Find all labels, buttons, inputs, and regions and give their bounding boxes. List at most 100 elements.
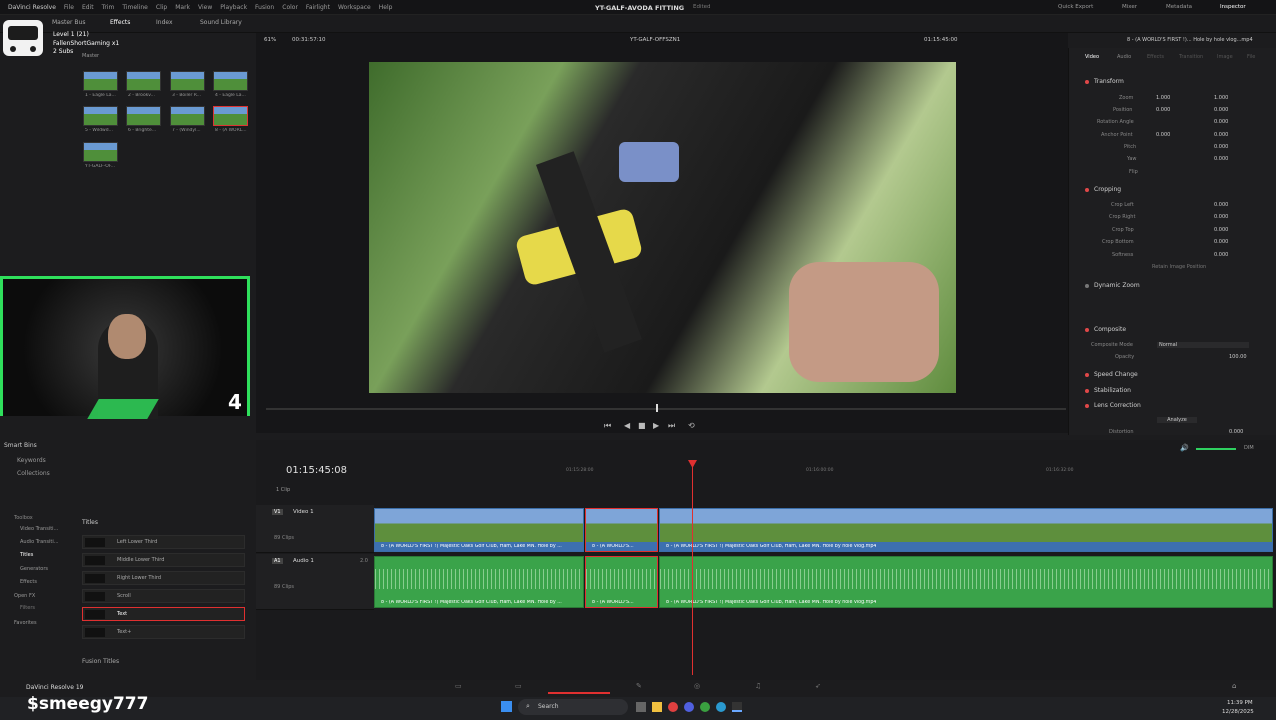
pitch-field[interactable]: 0.000	[1214, 144, 1228, 150]
composite-section[interactable]: Composite	[1094, 326, 1126, 333]
menu-item[interactable]: Edit	[82, 4, 94, 11]
menu-item[interactable]: Fairlight	[306, 4, 330, 11]
audio-clip[interactable]: 8 - (A WORLD'S FIRST !) Majestic Oaks Go…	[374, 556, 584, 608]
anchor-x-field[interactable]: 0.000	[1156, 132, 1170, 138]
video-clip-selected[interactable]: 8 - (A WORLD'S...	[585, 508, 658, 552]
crop-top-field[interactable]: 0.000	[1214, 227, 1228, 233]
position-y-field[interactable]: 0.000	[1214, 107, 1228, 113]
media-thumb-selected[interactable]	[213, 106, 248, 126]
discord-icon[interactable]	[684, 702, 694, 712]
cropping-section[interactable]: Cropping	[1094, 186, 1121, 193]
media-thumb[interactable]	[83, 71, 118, 91]
crop-left-field[interactable]: 0.000	[1214, 202, 1228, 208]
task-view-icon[interactable]	[636, 702, 646, 712]
menu-item[interactable]: File	[64, 4, 74, 11]
composite-mode-select[interactable]: Normal	[1157, 342, 1249, 348]
fairlight-page-icon[interactable]: ♫	[755, 682, 761, 690]
v1-label[interactable]: V1	[272, 509, 283, 515]
speaker-icon[interactable]: 🔊	[1180, 444, 1189, 452]
openfx-item[interactable]: Open FX	[14, 593, 35, 599]
crop-right-field[interactable]: 0.000	[1214, 214, 1228, 220]
title-item[interactable]: Left Lower Third	[82, 535, 245, 549]
resolve-taskbar-icon[interactable]	[732, 702, 742, 712]
skip-forward-icon[interactable]: ⏭	[668, 421, 675, 431]
effects-item[interactable]: Effects	[20, 579, 37, 585]
fusion-page-icon[interactable]: ✎	[636, 682, 642, 690]
audio-transitions-item[interactable]: Audio Transiti...	[20, 539, 59, 545]
toolbox-item[interactable]: Toolbox	[14, 515, 33, 521]
media-thumb[interactable]	[213, 71, 248, 91]
title-item[interactable]: Right Lower Third	[82, 571, 245, 585]
audio-clip-selected[interactable]: 8 - (A WORLD'S...	[585, 556, 658, 608]
inspector-tab-video[interactable]: Video	[1085, 54, 1099, 60]
media-thumb[interactable]	[170, 106, 205, 126]
video-clip[interactable]: 8 - (A WORLD'S FIRST !) Majestic Oaks Go…	[374, 508, 584, 552]
chrome-icon[interactable]	[668, 702, 678, 712]
quick-export-button[interactable]: Quick Export	[1058, 4, 1093, 10]
position-x-field[interactable]: 0.000	[1156, 107, 1170, 113]
composite-enable-icon[interactable]	[1085, 328, 1089, 332]
playhead[interactable]	[692, 463, 693, 675]
a1-label[interactable]: A1	[272, 558, 283, 564]
zoom-x-field[interactable]: 1.000	[1156, 95, 1170, 101]
edit-page-tab[interactable]	[548, 680, 610, 694]
menu-item[interactable]: Clip	[156, 4, 167, 11]
taskbar-search[interactable]: ⌕ Search	[518, 699, 628, 715]
menu-item[interactable]: Playback	[220, 4, 247, 11]
master-bus-button[interactable]: Master Bus	[52, 19, 85, 26]
analyze-button[interactable]: Analyze	[1157, 417, 1197, 423]
zoom-y-field[interactable]: 1.000	[1214, 95, 1228, 101]
speed-change-section[interactable]: Speed Change	[1094, 371, 1138, 378]
collections-item[interactable]: Collections	[17, 470, 50, 477]
home-icon[interactable]: ⌂	[1232, 682, 1236, 690]
lens-correction-enable-icon[interactable]	[1085, 404, 1089, 408]
menu-item[interactable]: Trim	[102, 4, 115, 11]
title-item[interactable]: Text+	[82, 625, 245, 639]
xbox-icon[interactable]	[700, 702, 710, 712]
inspector-tab-audio[interactable]: Audio	[1117, 54, 1131, 60]
dim-button[interactable]: DIM	[1244, 445, 1254, 451]
generators-item[interactable]: Generators	[20, 566, 48, 572]
video-transitions-item[interactable]: Video Transiti...	[20, 526, 58, 532]
effects-tab[interactable]: Effects	[110, 19, 130, 26]
titles-item[interactable]: Titles	[20, 552, 33, 558]
play-icon[interactable]: ▶	[653, 421, 659, 430]
menu-item[interactable]: DaVinci Resolve	[8, 4, 56, 11]
title-item-selected[interactable]: Text	[82, 607, 245, 621]
menu-item[interactable]: Mark	[175, 4, 190, 11]
inspector-tab-effects[interactable]: Effects	[1147, 54, 1164, 60]
title-item[interactable]: Scroll	[82, 589, 245, 603]
color-page-icon[interactable]: ◎	[694, 682, 700, 690]
menu-item[interactable]: Workspace	[338, 4, 371, 11]
keywords-item[interactable]: Keywords	[17, 457, 46, 464]
lens-correction-section[interactable]: Lens Correction	[1094, 402, 1141, 409]
opacity-field[interactable]: 100.00	[1229, 354, 1247, 360]
media-thumb[interactable]	[126, 71, 161, 91]
title-item[interactable]: Middle Lower Third	[82, 553, 245, 567]
index-tab[interactable]: Index	[156, 19, 173, 26]
metadata-button[interactable]: Metadata	[1166, 4, 1192, 10]
inspector-tab-file[interactable]: File	[1247, 54, 1255, 60]
transform-enable-icon[interactable]	[1085, 80, 1089, 84]
volume-slider[interactable]	[1196, 448, 1236, 450]
dynamic-zoom-section[interactable]: Dynamic Zoom	[1094, 282, 1140, 289]
file-explorer-icon[interactable]	[652, 702, 662, 712]
video-clip[interactable]: 8 - (A WORLD'S FIRST !) Majestic Oaks Go…	[659, 508, 1273, 552]
mixer-button[interactable]: Mixer	[1122, 4, 1137, 10]
media-thumb[interactable]	[83, 142, 118, 162]
scrubber[interactable]	[266, 408, 1066, 410]
menu-item[interactable]: View	[198, 4, 212, 11]
inspector-tab-transition[interactable]: Transition	[1179, 54, 1203, 60]
windows-start-icon[interactable]	[501, 701, 512, 712]
media-thumb[interactable]	[126, 106, 161, 126]
stabilization-section[interactable]: Stabilization	[1094, 387, 1131, 394]
timeline-name[interactable]: YT-GALF-OFFSZN1	[630, 37, 680, 43]
retain-image-position-label[interactable]: Retain Image Position	[1152, 264, 1206, 270]
inspector-tab-image[interactable]: Image	[1217, 54, 1233, 60]
filters-item[interactable]: Filters	[20, 605, 35, 611]
menu-item[interactable]: Color	[282, 4, 298, 11]
media-page-icon[interactable]: ▭	[455, 682, 462, 690]
menu-item[interactable]: Help	[379, 4, 393, 11]
deliver-page-icon[interactable]: ➶	[815, 682, 821, 690]
speed-change-enable-icon[interactable]	[1085, 373, 1089, 377]
